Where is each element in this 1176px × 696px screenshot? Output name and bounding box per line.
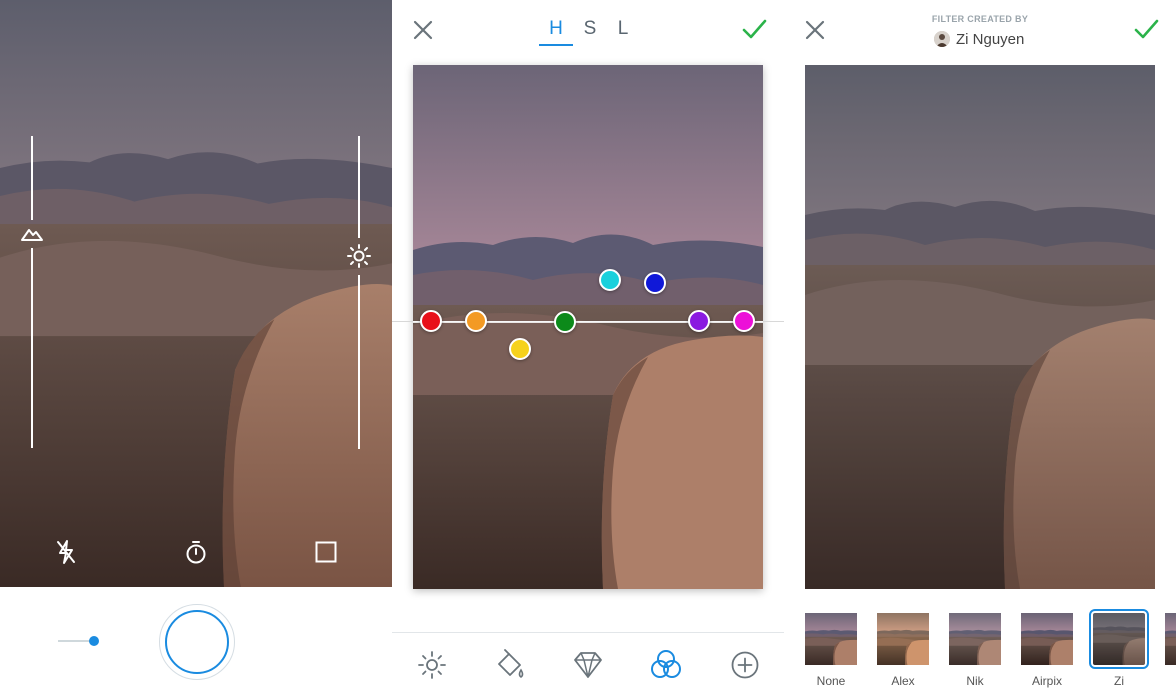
brightness-icon[interactable] (346, 243, 372, 269)
filter-label: None (816, 674, 846, 688)
close-icon[interactable] (410, 17, 436, 43)
filter-thumb-zi[interactable] (1089, 609, 1149, 669)
creator-avatar (934, 31, 950, 47)
filter-label: Zi (1114, 674, 1124, 688)
aspect-ratio-icon[interactable] (312, 538, 340, 566)
shutter-ring (165, 610, 229, 674)
brightness-slider-track-lower[interactable] (358, 275, 360, 449)
color-mix-icon[interactable] (649, 648, 683, 682)
filter-creator[interactable]: Zi Nguyen (934, 30, 1024, 48)
filter-label: Airpix (1031, 674, 1062, 688)
zoom-slider-track[interactable] (58, 640, 92, 642)
hue-dot-purple[interactable] (688, 310, 710, 332)
exposure-slider-track-lower[interactable] (31, 248, 33, 448)
tab-saturation[interactable]: S (579, 18, 601, 40)
filter-label: Nik (966, 674, 984, 688)
filter-thumb-alex[interactable] (877, 613, 929, 665)
hue-dot-blue[interactable] (644, 272, 666, 294)
filtered-preview-photo (805, 65, 1155, 589)
hue-dot-red[interactable] (420, 310, 442, 332)
creator-name: Zi Nguyen (956, 30, 1025, 48)
tab-luminance[interactable]: L (612, 18, 634, 40)
hue-dot-green[interactable] (554, 311, 576, 333)
hue-dot-magenta[interactable] (733, 310, 755, 332)
camera-viewfinder[interactable] (0, 0, 392, 587)
filter-thumb-airpix[interactable] (1021, 613, 1073, 665)
zoom-slider-handle[interactable] (89, 636, 99, 646)
edit-preview-photo (413, 65, 763, 589)
shutter-button[interactable] (159, 604, 235, 680)
brightness-slider-track[interactable] (358, 136, 360, 238)
filter-thumb-nik[interactable] (949, 613, 1001, 665)
exposure-slider-track[interactable] (31, 136, 33, 220)
brightness-tool-icon[interactable] (415, 648, 449, 682)
filter-thumb-more[interactable] (1165, 613, 1176, 665)
hue-dot-orange[interactable] (465, 310, 487, 332)
filter-thumb-none[interactable] (805, 613, 857, 665)
confirm-check-icon[interactable] (1132, 15, 1160, 43)
timer-icon[interactable] (182, 538, 210, 566)
hue-dot-cyan[interactable] (599, 269, 621, 291)
filter-panel: FILTER CREATED BY Zi Nguyen None Alex Ni… (784, 0, 1176, 696)
tab-active-underline (539, 44, 573, 46)
tab-hue[interactable]: H (545, 18, 567, 40)
hue-dot-yellow[interactable] (509, 338, 531, 360)
hsl-editor-panel: H S L (392, 0, 784, 696)
flash-off-icon[interactable] (52, 538, 80, 566)
filter-creator-label: FILTER CREATED BY (931, 14, 1029, 24)
diamond-icon[interactable] (571, 648, 605, 682)
filter-label: Alex (891, 674, 915, 688)
paint-bucket-icon[interactable] (493, 648, 527, 682)
add-icon[interactable] (728, 648, 762, 682)
mountain-icon[interactable] (19, 220, 45, 246)
toolbar-divider (392, 632, 784, 633)
camera-panel (0, 0, 392, 696)
confirm-check-icon[interactable] (740, 15, 768, 43)
